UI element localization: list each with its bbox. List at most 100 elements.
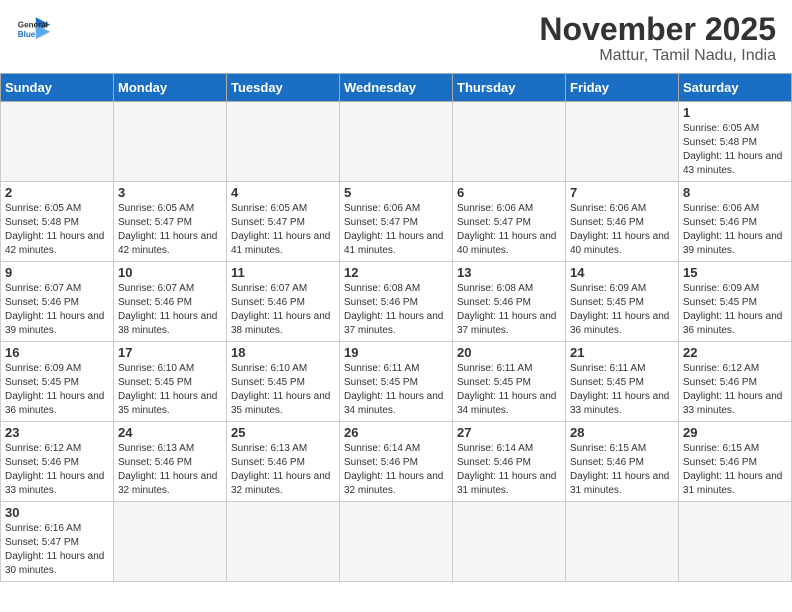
- day-number: 4: [231, 185, 335, 200]
- day-number: 5: [344, 185, 448, 200]
- cell-info: Sunrise: 6:12 AM Sunset: 5:46 PM Dayligh…: [683, 362, 787, 418]
- calendar-cell: 28 Sunrise: 6:15 AM Sunset: 5:46 PM Dayli…: [566, 422, 679, 502]
- calendar-cell: 27Sunrise: 6:14 AM Sunset: 5:46 PM Dayli…: [453, 422, 566, 502]
- day-number: 9: [5, 265, 109, 280]
- calendar-cell: 23 Sunrise: 6:12 AM Sunset: 5:46 PM Dayli…: [1, 422, 114, 502]
- calendar-week-row: 2 Sunrise: 6:05 AM Sunset: 5:48 PM Daylig…: [1, 182, 792, 262]
- cell-info: Sunrise: 6:09 AM Sunset: 5:45 PM Dayligh…: [683, 282, 787, 338]
- cell-info: Sunrise: 6:08 AM Sunset: 5:46 PM Dayligh…: [344, 282, 448, 338]
- weekday-header-row: SundayMondayTuesdayWednesdayThursdayFrid…: [1, 74, 792, 102]
- calendar-week-row: 1 Sunrise: 6:05 AM Sunset: 5:48 PM Daylig…: [1, 102, 792, 182]
- weekday-header-cell: Tuesday: [227, 74, 340, 102]
- day-number: 22: [683, 345, 787, 360]
- cell-info: Sunrise: 6:09 AM Sunset: 5:45 PM Dayligh…: [570, 282, 674, 338]
- calendar-cell: [227, 502, 340, 582]
- day-number: 24: [118, 425, 222, 440]
- calendar-table: SundayMondayTuesdayWednesdayThursdayFrid…: [0, 73, 792, 582]
- header: General Blue November 2025 Mattur, Tamil…: [0, 0, 792, 73]
- cell-info: Sunrise: 6:05 AM Sunset: 5:48 PM Dayligh…: [683, 122, 787, 178]
- calendar-cell: 16Sunrise: 6:09 AM Sunset: 5:45 PM Dayli…: [1, 342, 114, 422]
- calendar-cell: 26 Sunrise: 6:14 AM Sunset: 5:46 PM Dayli…: [340, 422, 453, 502]
- calendar-cell: [566, 102, 679, 182]
- calendar-cell: 22 Sunrise: 6:12 AM Sunset: 5:46 PM Dayli…: [679, 342, 792, 422]
- cell-info: Sunrise: 6:14 AM Sunset: 5:46 PM Dayligh…: [344, 442, 448, 498]
- cell-info: Sunrise: 6:06 AM Sunset: 5:47 PM Dayligh…: [344, 202, 448, 258]
- location: Mattur, Tamil Nadu, India: [539, 47, 776, 65]
- calendar-cell: 7Sunrise: 6:06 AM Sunset: 5:46 PM Daylig…: [566, 182, 679, 262]
- calendar-cell: 20Sunrise: 6:11 AM Sunset: 5:45 PM Dayli…: [453, 342, 566, 422]
- calendar-cell: 24Sunrise: 6:13 AM Sunset: 5:46 PM Dayli…: [114, 422, 227, 502]
- day-number: 18: [231, 345, 335, 360]
- cell-info: Sunrise: 6:07 AM Sunset: 5:46 PM Dayligh…: [231, 282, 335, 338]
- calendar-cell: 1 Sunrise: 6:05 AM Sunset: 5:48 PM Daylig…: [679, 102, 792, 182]
- calendar-cell: 3 Sunrise: 6:05 AM Sunset: 5:47 PM Daylig…: [114, 182, 227, 262]
- cell-info: Sunrise: 6:11 AM Sunset: 5:45 PM Dayligh…: [457, 362, 561, 418]
- weekday-header-cell: Wednesday: [340, 74, 453, 102]
- day-number: 1: [683, 105, 787, 120]
- day-number: 17: [118, 345, 222, 360]
- calendar-cell: 11Sunrise: 6:07 AM Sunset: 5:46 PM Dayli…: [227, 262, 340, 342]
- cell-info: Sunrise: 6:11 AM Sunset: 5:45 PM Dayligh…: [570, 362, 674, 418]
- day-number: 12: [344, 265, 448, 280]
- cell-info: Sunrise: 6:13 AM Sunset: 5:46 PM Dayligh…: [231, 442, 335, 498]
- calendar-cell: [566, 502, 679, 582]
- calendar-cell: 18Sunrise: 6:10 AM Sunset: 5:45 PM Dayli…: [227, 342, 340, 422]
- calendar-cell: 17Sunrise: 6:10 AM Sunset: 5:45 PM Dayli…: [114, 342, 227, 422]
- cell-info: Sunrise: 6:12 AM Sunset: 5:46 PM Dayligh…: [5, 442, 109, 498]
- day-number: 23: [5, 425, 109, 440]
- title-block: November 2025 Mattur, Tamil Nadu, India: [539, 12, 776, 65]
- day-number: 19: [344, 345, 448, 360]
- calendar-cell: [453, 502, 566, 582]
- day-number: 15: [683, 265, 787, 280]
- calendar-cell: [1, 102, 114, 182]
- weekday-header-cell: Saturday: [679, 74, 792, 102]
- cell-info: Sunrise: 6:06 AM Sunset: 5:46 PM Dayligh…: [683, 202, 787, 258]
- calendar-cell: 13Sunrise: 6:08 AM Sunset: 5:46 PM Dayli…: [453, 262, 566, 342]
- day-number: 21: [570, 345, 674, 360]
- cell-info: Sunrise: 6:16 AM Sunset: 5:47 PM Dayligh…: [5, 522, 109, 578]
- calendar-cell: [114, 102, 227, 182]
- day-number: 25: [231, 425, 335, 440]
- calendar-cell: 2 Sunrise: 6:05 AM Sunset: 5:48 PM Daylig…: [1, 182, 114, 262]
- logo-icon: General Blue: [16, 12, 52, 48]
- cell-info: Sunrise: 6:11 AM Sunset: 5:45 PM Dayligh…: [344, 362, 448, 418]
- weekday-header-cell: Sunday: [1, 74, 114, 102]
- calendar-body: 1 Sunrise: 6:05 AM Sunset: 5:48 PM Daylig…: [1, 102, 792, 582]
- calendar-cell: 8Sunrise: 6:06 AM Sunset: 5:46 PM Daylig…: [679, 182, 792, 262]
- day-number: 2: [5, 185, 109, 200]
- calendar-week-row: 30Sunrise: 6:16 AM Sunset: 5:47 PM Dayli…: [1, 502, 792, 582]
- calendar-cell: 14 Sunrise: 6:09 AM Sunset: 5:45 PM Dayli…: [566, 262, 679, 342]
- calendar-cell: [227, 102, 340, 182]
- calendar-cell: [679, 502, 792, 582]
- cell-info: Sunrise: 6:06 AM Sunset: 5:47 PM Dayligh…: [457, 202, 561, 258]
- cell-info: Sunrise: 6:05 AM Sunset: 5:48 PM Dayligh…: [5, 202, 109, 258]
- calendar-cell: 21 Sunrise: 6:11 AM Sunset: 5:45 PM Dayli…: [566, 342, 679, 422]
- calendar-cell: [453, 102, 566, 182]
- calendar-week-row: 9 Sunrise: 6:07 AM Sunset: 5:46 PM Daylig…: [1, 262, 792, 342]
- calendar-cell: 5 Sunrise: 6:06 AM Sunset: 5:47 PM Daylig…: [340, 182, 453, 262]
- cell-info: Sunrise: 6:08 AM Sunset: 5:46 PM Dayligh…: [457, 282, 561, 338]
- cell-info: Sunrise: 6:06 AM Sunset: 5:46 PM Dayligh…: [570, 202, 674, 258]
- weekday-header-cell: Monday: [114, 74, 227, 102]
- calendar-cell: 15 Sunrise: 6:09 AM Sunset: 5:45 PM Dayli…: [679, 262, 792, 342]
- weekday-header-cell: Friday: [566, 74, 679, 102]
- day-number: 14: [570, 265, 674, 280]
- cell-info: Sunrise: 6:07 AM Sunset: 5:46 PM Dayligh…: [5, 282, 109, 338]
- cell-info: Sunrise: 6:15 AM Sunset: 5:46 PM Dayligh…: [570, 442, 674, 498]
- day-number: 16: [5, 345, 109, 360]
- calendar-cell: 19 Sunrise: 6:11 AM Sunset: 5:45 PM Dayli…: [340, 342, 453, 422]
- calendar-week-row: 16Sunrise: 6:09 AM Sunset: 5:45 PM Dayli…: [1, 342, 792, 422]
- calendar-cell: 4 Sunrise: 6:05 AM Sunset: 5:47 PM Daylig…: [227, 182, 340, 262]
- day-number: 26: [344, 425, 448, 440]
- calendar-cell: [114, 502, 227, 582]
- cell-info: Sunrise: 6:15 AM Sunset: 5:46 PM Dayligh…: [683, 442, 787, 498]
- weekday-header-cell: Thursday: [453, 74, 566, 102]
- svg-text:General: General: [18, 20, 48, 29]
- calendar-cell: 12 Sunrise: 6:08 AM Sunset: 5:46 PM Dayli…: [340, 262, 453, 342]
- cell-info: Sunrise: 6:05 AM Sunset: 5:47 PM Dayligh…: [231, 202, 335, 258]
- day-number: 28: [570, 425, 674, 440]
- cell-info: Sunrise: 6:05 AM Sunset: 5:47 PM Dayligh…: [118, 202, 222, 258]
- day-number: 27: [457, 425, 561, 440]
- calendar-cell: 9 Sunrise: 6:07 AM Sunset: 5:46 PM Daylig…: [1, 262, 114, 342]
- day-number: 3: [118, 185, 222, 200]
